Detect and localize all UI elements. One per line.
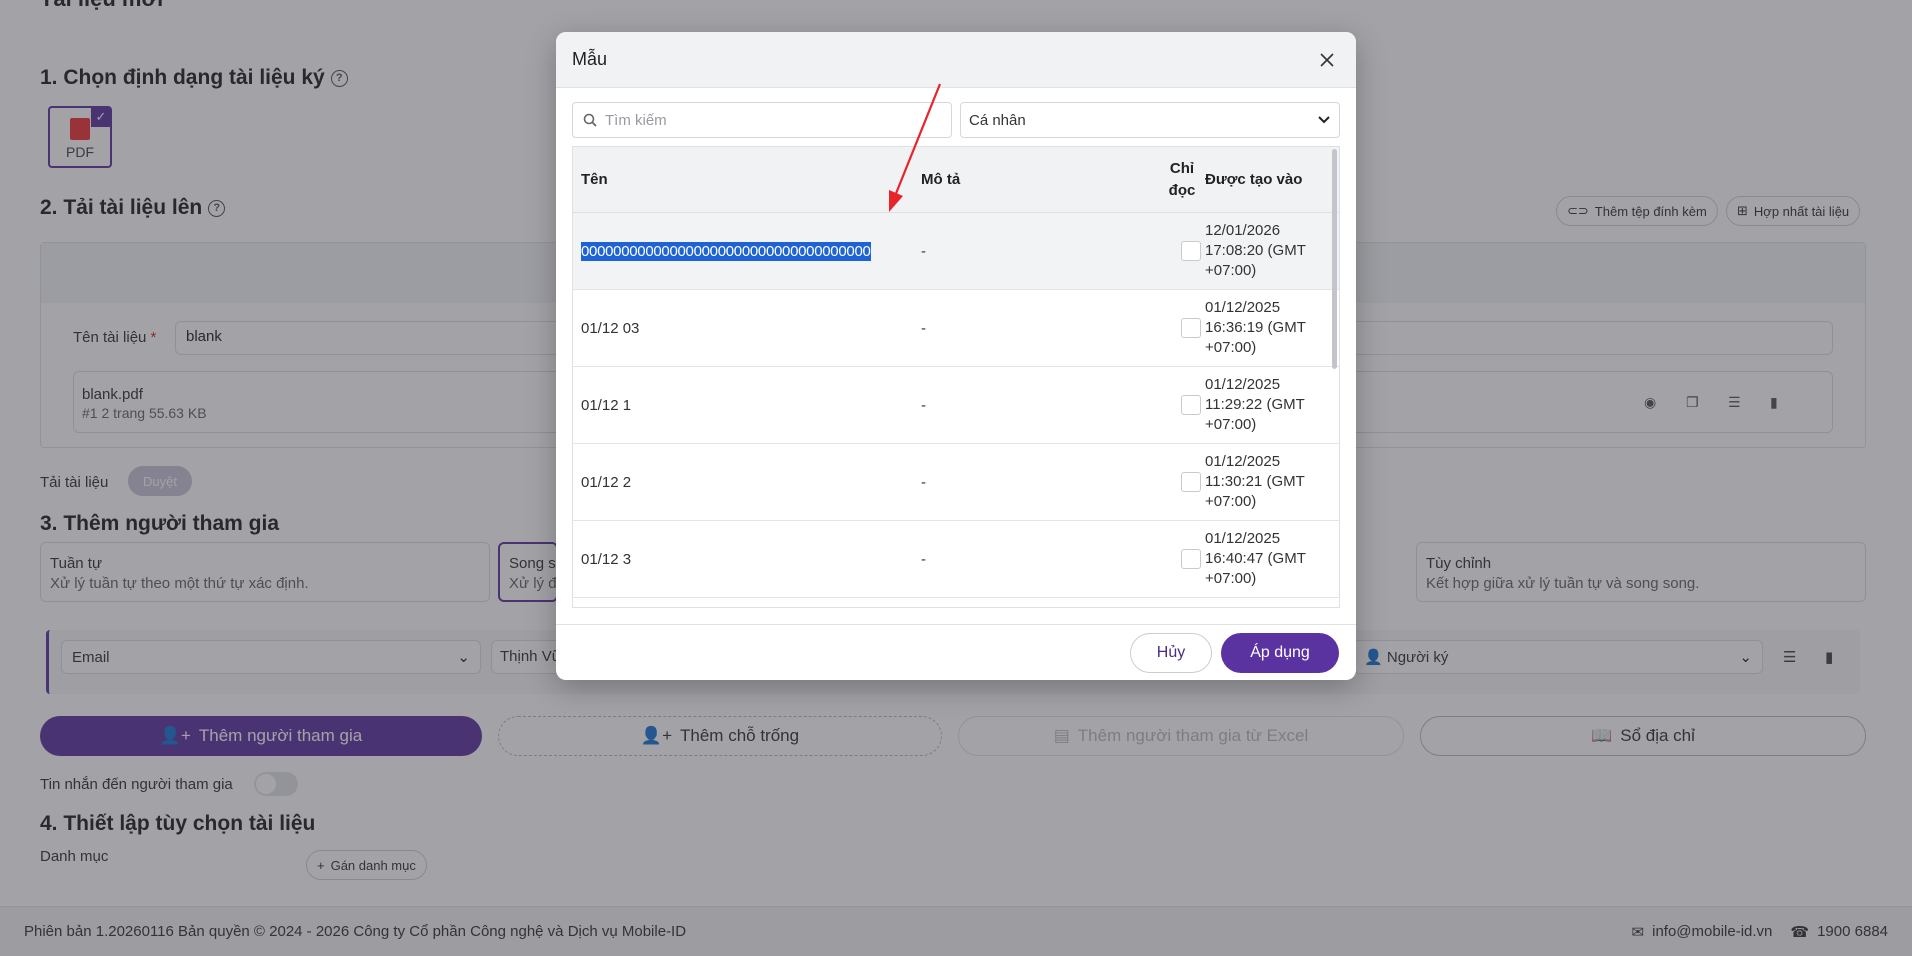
- row-created-tz: +07:00): [1205, 262, 1257, 279]
- row-created: 01/12/2025 16:36:19 (GMT +07:00): [1205, 290, 1335, 366]
- row-created-date: 12/01/2026: [1205, 222, 1281, 239]
- search-field[interactable]: [572, 102, 952, 138]
- row-desc: -: [921, 396, 926, 414]
- modal-footer: Hủy Áp dụng: [556, 624, 1356, 680]
- row-name: 01/12 3: [581, 550, 632, 568]
- col-readonly-line1: Chỉ: [1169, 159, 1195, 177]
- cancel-button[interactable]: Hủy: [1130, 633, 1212, 673]
- row-created-date: 01/12/2025: [1205, 376, 1281, 393]
- table-row[interactable]: 000000000000000000000000000000000000 - 1…: [573, 213, 1339, 290]
- table-row[interactable]: 01/12 2 - 01/12/2025 11:30:21 (GMT +07:00): [573, 444, 1339, 521]
- readonly-checkbox[interactable]: [1181, 472, 1201, 492]
- apply-button[interactable]: Áp dụng: [1221, 633, 1339, 673]
- row-created-tz: +07:00): [1205, 570, 1257, 587]
- filter-select-value: Cá nhân: [969, 111, 1026, 129]
- row-created-time: 11:30:21 (GMT: [1205, 473, 1305, 490]
- table-row[interactable]: 01/12 03 - 01/12/2025 16:36:19 (GMT +07:00…: [573, 290, 1339, 367]
- row-created-date: 01/12/2025: [1205, 453, 1281, 470]
- row-name: 01/12 2: [581, 473, 632, 491]
- row-created-time: 11:29:22 (GMT: [1205, 396, 1305, 413]
- readonly-checkbox[interactable]: [1181, 549, 1201, 569]
- row-desc: -: [921, 319, 926, 337]
- close-button[interactable]: [1314, 47, 1340, 73]
- template-table: Tên Mô tả Chỉ đọc Được tạo vào 000000000…: [572, 146, 1340, 608]
- modal-title: Mẫu: [572, 49, 608, 69]
- row-created: 01/12/2025 11:29:22 (GMT +07:00): [1205, 367, 1335, 443]
- search-input[interactable]: [605, 111, 925, 129]
- modal-header: Mẫu: [556, 32, 1356, 88]
- table-row[interactable]: 01/12 1 - 01/12/2025 11:29:22 (GMT +07:00): [573, 367, 1339, 444]
- readonly-checkbox[interactable]: [1181, 318, 1201, 338]
- readonly-checkbox[interactable]: [1181, 241, 1201, 261]
- readonly-checkbox[interactable]: [1181, 395, 1201, 415]
- row-created-date: 01/12/2025: [1205, 530, 1281, 547]
- row-desc: -: [921, 473, 926, 491]
- row-name: 000000000000000000000000000000000000: [581, 241, 871, 261]
- row-name: 01/12 03: [581, 319, 640, 337]
- col-readonly-line2: đọc: [1168, 181, 1196, 199]
- col-created: Được tạo vào: [1205, 171, 1303, 188]
- search-icon: [583, 113, 597, 127]
- row-desc: -: [921, 242, 926, 260]
- chevron-down-icon: [1318, 116, 1330, 124]
- close-icon: [1320, 52, 1334, 67]
- row-desc: -: [921, 550, 926, 568]
- row-created-tz: +07:00): [1205, 416, 1257, 433]
- filter-select[interactable]: Cá nhân: [960, 102, 1340, 138]
- col-name: Tên: [581, 171, 608, 188]
- row-created: 12/01/2026 17:08:20 (GMT +07:00): [1205, 213, 1335, 289]
- col-readonly: Chỉ đọc: [1157, 147, 1207, 212]
- table-scrollbar[interactable]: [1332, 149, 1337, 369]
- row-created-time: 16:40:47 (GMT: [1205, 550, 1306, 567]
- row-created-tz: +07:00): [1205, 493, 1257, 510]
- table-header: Tên Mô tả Chỉ đọc Được tạo vào: [573, 147, 1339, 213]
- row-created-time: 16:36:19 (GMT: [1205, 319, 1306, 336]
- row-created: 01/12/2025 11:30:21 (GMT +07:00): [1205, 444, 1335, 520]
- template-modal: Mẫu Cá nhân Tên Mô tả Chỉ đọc Được tạo v…: [556, 32, 1356, 680]
- col-desc: Mô tả: [921, 171, 961, 188]
- row-name: 01/12 1: [581, 396, 632, 414]
- row-created-date: 01/12/2025: [1205, 299, 1281, 316]
- row-created: 01/12/2025 16:40:47 (GMT +07:00): [1205, 521, 1335, 597]
- row-created-tz: +07:00): [1205, 339, 1257, 356]
- row-created-time: 17:08:20 (GMT: [1205, 242, 1306, 259]
- table-row[interactable]: 01/12 3 - 01/12/2025 16:40:47 (GMT +07:00): [573, 521, 1339, 598]
